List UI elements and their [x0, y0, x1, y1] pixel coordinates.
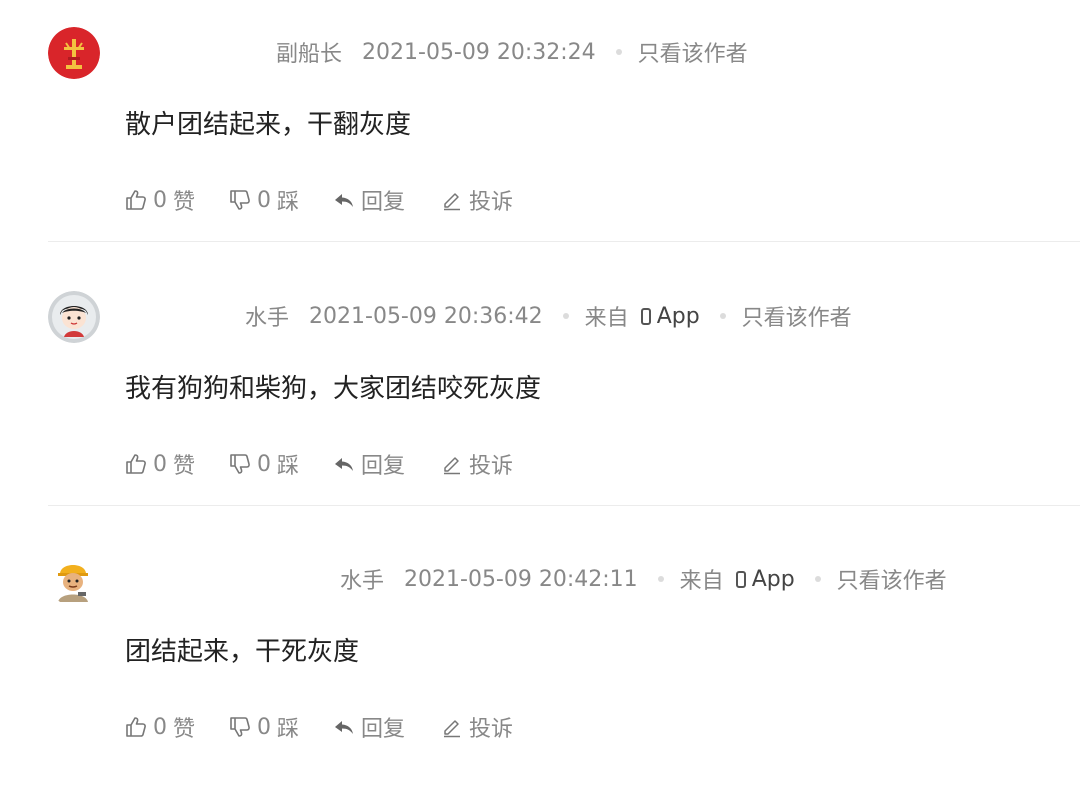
author-name[interactable]: 水手 — [340, 563, 384, 595]
report-label: 投诉 — [469, 190, 514, 215]
like-label: 赞 — [173, 717, 196, 742]
source-app: App — [751, 566, 795, 592]
thumb-down-icon — [230, 190, 250, 210]
reply-label: 回复 — [361, 454, 406, 479]
report-label: 投诉 — [469, 717, 514, 742]
report-button[interactable]: 投诉 — [441, 184, 513, 216]
source-prefix: 来自 — [584, 306, 629, 331]
like-count: 0 — [153, 187, 167, 213]
source-prefix: 来自 — [679, 569, 724, 594]
like-count: 0 — [153, 451, 167, 477]
reply-button[interactable]: 回复 — [333, 184, 441, 216]
like-button[interactable]: 0 赞 — [125, 711, 229, 743]
separator-dot — [562, 313, 569, 319]
separator-dot — [657, 576, 664, 582]
report-button[interactable]: 投诉 — [441, 448, 513, 480]
comment-time: 2021-05-09 20:36:42 — [309, 303, 543, 329]
comment-content: 团结起来，干死灰度 — [125, 637, 360, 667]
comment-content: 我有狗狗和柴狗，大家团结咬死灰度 — [125, 374, 542, 404]
phone-icon — [640, 307, 651, 325]
dislike-button[interactable]: 0 踩 — [229, 448, 333, 480]
author-name[interactable]: 水手 — [245, 300, 289, 332]
comment-meta: 水手 2021-05-09 20:42:11 来自 App 只看该作者 — [340, 563, 947, 595]
comment-item: 水手 2021-05-09 20:36:42 来自 App 只看该作者 我有狗狗… — [0, 264, 1080, 528]
author-name[interactable]: 副船长 — [276, 36, 342, 68]
thumb-up-icon — [126, 454, 146, 474]
reply-arrow-icon — [335, 721, 353, 734]
comment-time: 2021-05-09 20:32:24 — [362, 39, 596, 65]
reply-label: 回复 — [361, 717, 406, 742]
pencil-icon — [444, 457, 460, 475]
comment-item: 副船长 2021-05-09 20:32:24 只看该作者 散户团结起来，干翻灰… — [0, 0, 1080, 264]
dislike-label: 踩 — [277, 190, 300, 215]
only-author-link[interactable]: 只看该作者 — [638, 36, 748, 68]
dislike-count: 0 — [257, 187, 271, 213]
dislike-count: 0 — [257, 714, 271, 740]
divider — [48, 505, 1080, 506]
pencil-icon — [444, 193, 460, 211]
reply-arrow-icon — [335, 194, 353, 207]
avatar[interactable] — [48, 27, 100, 79]
separator-dot — [719, 313, 726, 319]
cartoon-boy-avatar-icon — [48, 291, 100, 343]
thumb-down-icon — [230, 717, 250, 737]
red-logo-avatar-icon — [48, 27, 100, 79]
source-info: 来自 App — [585, 300, 700, 332]
like-label: 赞 — [173, 190, 196, 215]
avatar[interactable] — [48, 554, 100, 606]
like-count: 0 — [153, 714, 167, 740]
phone-icon — [735, 570, 746, 588]
dislike-label: 踩 — [277, 717, 300, 742]
comment-actions: 0 赞 0 踩 回复 投诉 — [125, 448, 513, 480]
like-label: 赞 — [173, 454, 196, 479]
pencil-icon — [444, 720, 460, 738]
comment-time: 2021-05-09 20:42:11 — [404, 566, 638, 592]
worker-helmet-avatar-icon — [48, 554, 100, 606]
comment-meta: 副船长 2021-05-09 20:32:24 只看该作者 — [276, 36, 748, 68]
reply-label: 回复 — [361, 190, 406, 215]
source-info: 来自 App — [680, 563, 795, 595]
comment-meta: 水手 2021-05-09 20:36:42 来自 App 只看该作者 — [245, 300, 852, 332]
thumb-down-icon — [230, 454, 250, 474]
reply-button[interactable]: 回复 — [333, 711, 441, 743]
comment-content: 散户团结起来，干翻灰度 — [125, 110, 412, 140]
like-button[interactable]: 0 赞 — [125, 448, 229, 480]
dislike-count: 0 — [257, 451, 271, 477]
dislike-button[interactable]: 0 踩 — [229, 184, 333, 216]
report-label: 投诉 — [469, 454, 514, 479]
divider — [48, 241, 1080, 242]
dislike-label: 踩 — [277, 454, 300, 479]
dislike-button[interactable]: 0 踩 — [229, 711, 333, 743]
reply-button[interactable]: 回复 — [333, 448, 441, 480]
comment-item: 水手 2021-05-09 20:42:11 来自 App 只看该作者 团结起来… — [0, 527, 1080, 791]
thumb-up-icon — [126, 190, 146, 210]
avatar[interactable] — [48, 291, 100, 343]
separator-dot — [615, 49, 622, 55]
comment-actions: 0 赞 0 踩 回复 投诉 — [125, 184, 513, 216]
source-app: App — [656, 303, 700, 329]
only-author-link[interactable]: 只看该作者 — [837, 563, 947, 595]
only-author-link[interactable]: 只看该作者 — [742, 300, 852, 332]
report-button[interactable]: 投诉 — [441, 711, 513, 743]
thumb-up-icon — [126, 717, 146, 737]
separator-dot — [814, 576, 821, 582]
comment-actions: 0 赞 0 踩 回复 投诉 — [125, 711, 513, 743]
like-button[interactable]: 0 赞 — [125, 184, 229, 216]
reply-arrow-icon — [335, 458, 353, 471]
